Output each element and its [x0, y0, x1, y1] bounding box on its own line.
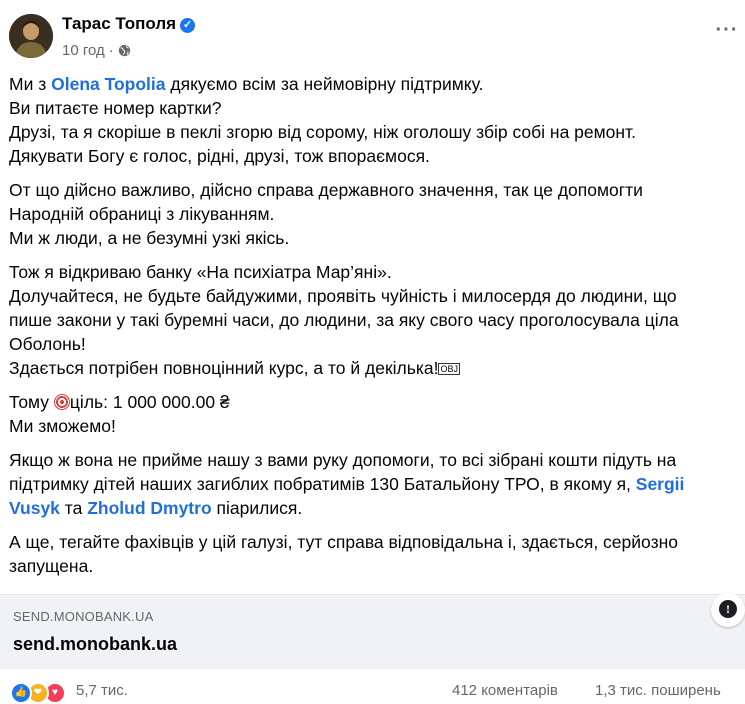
text: Тож я відкриваю банку «На психіатра Мар’…	[9, 262, 392, 282]
globe-icon	[118, 44, 130, 57]
paragraph-1: Ми з Olena Topolia дякуємо всім за неймо…	[9, 72, 739, 168]
paragraph-2: От що дійсно важливо, дійсно справа держ…	[9, 178, 739, 250]
text: пише закони у такі буремні часи, до люди…	[9, 310, 679, 330]
shares-count[interactable]: 1,3 тис. поширень	[595, 682, 721, 699]
text: Якщо ж вона не прийме нашу з вами руку д…	[9, 450, 677, 470]
paragraph-3: Тож я відкриваю банку «На психіатра Мар’…	[9, 260, 739, 380]
text: запущена.	[9, 556, 94, 576]
text: А ще, тегайте фахівців у цій галузі, тут…	[9, 532, 678, 552]
text: От що дійсно важливо, дійсно справа держ…	[9, 180, 643, 200]
mention-sergii-vusyk-part1[interactable]: Sergii	[636, 474, 685, 494]
text: Долучайтеся, не будьте байдужими, прояві…	[9, 286, 677, 306]
author-name-text[interactable]: Тарас Тополя	[62, 14, 176, 33]
avatar-image	[9, 14, 53, 58]
text: підтримку дітей наших загиблих побратимі…	[9, 474, 636, 494]
text: та	[59, 498, 88, 518]
text: Здається потрібен повноцінний курс, а то…	[9, 358, 439, 378]
obj-glyph: OBJ	[438, 363, 460, 375]
target-emoji-icon	[53, 394, 70, 410]
info-icon: !	[719, 600, 737, 618]
info-button[interactable]: !	[711, 593, 745, 627]
mention-olena-topolia[interactable]: Olena Topolia	[51, 74, 165, 94]
text: ціль: 1 000 000.00 ₴	[69, 392, 230, 412]
author-name[interactable]: Тарас Тополя ✓	[62, 14, 196, 34]
post-stats: 👍 ❤ ♥ 5,7 тис. 412 коментарів 1,3 тис. п…	[0, 676, 745, 704]
post-header: Тарас Тополя ✓ 10 год · ···	[0, 0, 745, 72]
reactions-summary[interactable]: 👍 ❤ ♥	[10, 682, 70, 704]
mention-sergii-vusyk-part2[interactable]: Vusyk	[9, 498, 60, 518]
avatar[interactable]	[9, 14, 53, 58]
reactions-count[interactable]: 5,7 тис.	[76, 682, 128, 699]
text: Ми зможемо!	[9, 416, 116, 436]
link-preview-title[interactable]: send.monobank.ua	[13, 634, 177, 655]
comments-count[interactable]: 412 коментарів	[452, 682, 558, 699]
post-time[interactable]: 10 год	[62, 42, 105, 59]
link-preview[interactable]: SEND.MONOBANK.UA send.monobank.ua	[0, 594, 745, 669]
text: дякуємо всім за неймовірну підтримку.	[165, 74, 484, 94]
post-meta: 10 год ·	[62, 42, 131, 59]
verified-badge-icon: ✓	[180, 18, 196, 33]
text: Ми ж люди, а не безумні узкі якісь.	[9, 228, 290, 248]
text: Оболонь!	[9, 334, 86, 354]
text: Тому	[9, 392, 54, 412]
text: Народній обраниці з лікуванням.	[9, 204, 275, 224]
paragraph-4: Тому ціль: 1 000 000.00 ₴ Ми зможемо!	[9, 390, 739, 438]
post-body: Ми з Olena Topolia дякуємо всім за неймо…	[9, 72, 739, 588]
text: Ми з	[9, 74, 52, 94]
mention-zholud-dmytro[interactable]: Zholud Dmytro	[87, 498, 211, 518]
paragraph-5: Якщо ж вона не прийме нашу з вами руку д…	[9, 448, 739, 520]
text: Друзі, та я скоріше в пеклі згорю від со…	[9, 122, 636, 142]
text: Ви питаєте номер картки?	[9, 98, 222, 118]
text: піарилися.	[211, 498, 303, 518]
paragraph-6: А ще, тегайте фахівців у цій галузі, тут…	[9, 530, 739, 578]
text: Дякувати Богу є голос, рідні, друзі, тож…	[9, 146, 430, 166]
more-options-icon[interactable]: ···	[713, 20, 741, 44]
link-preview-domain[interactable]: SEND.MONOBANK.UA	[13, 609, 153, 624]
